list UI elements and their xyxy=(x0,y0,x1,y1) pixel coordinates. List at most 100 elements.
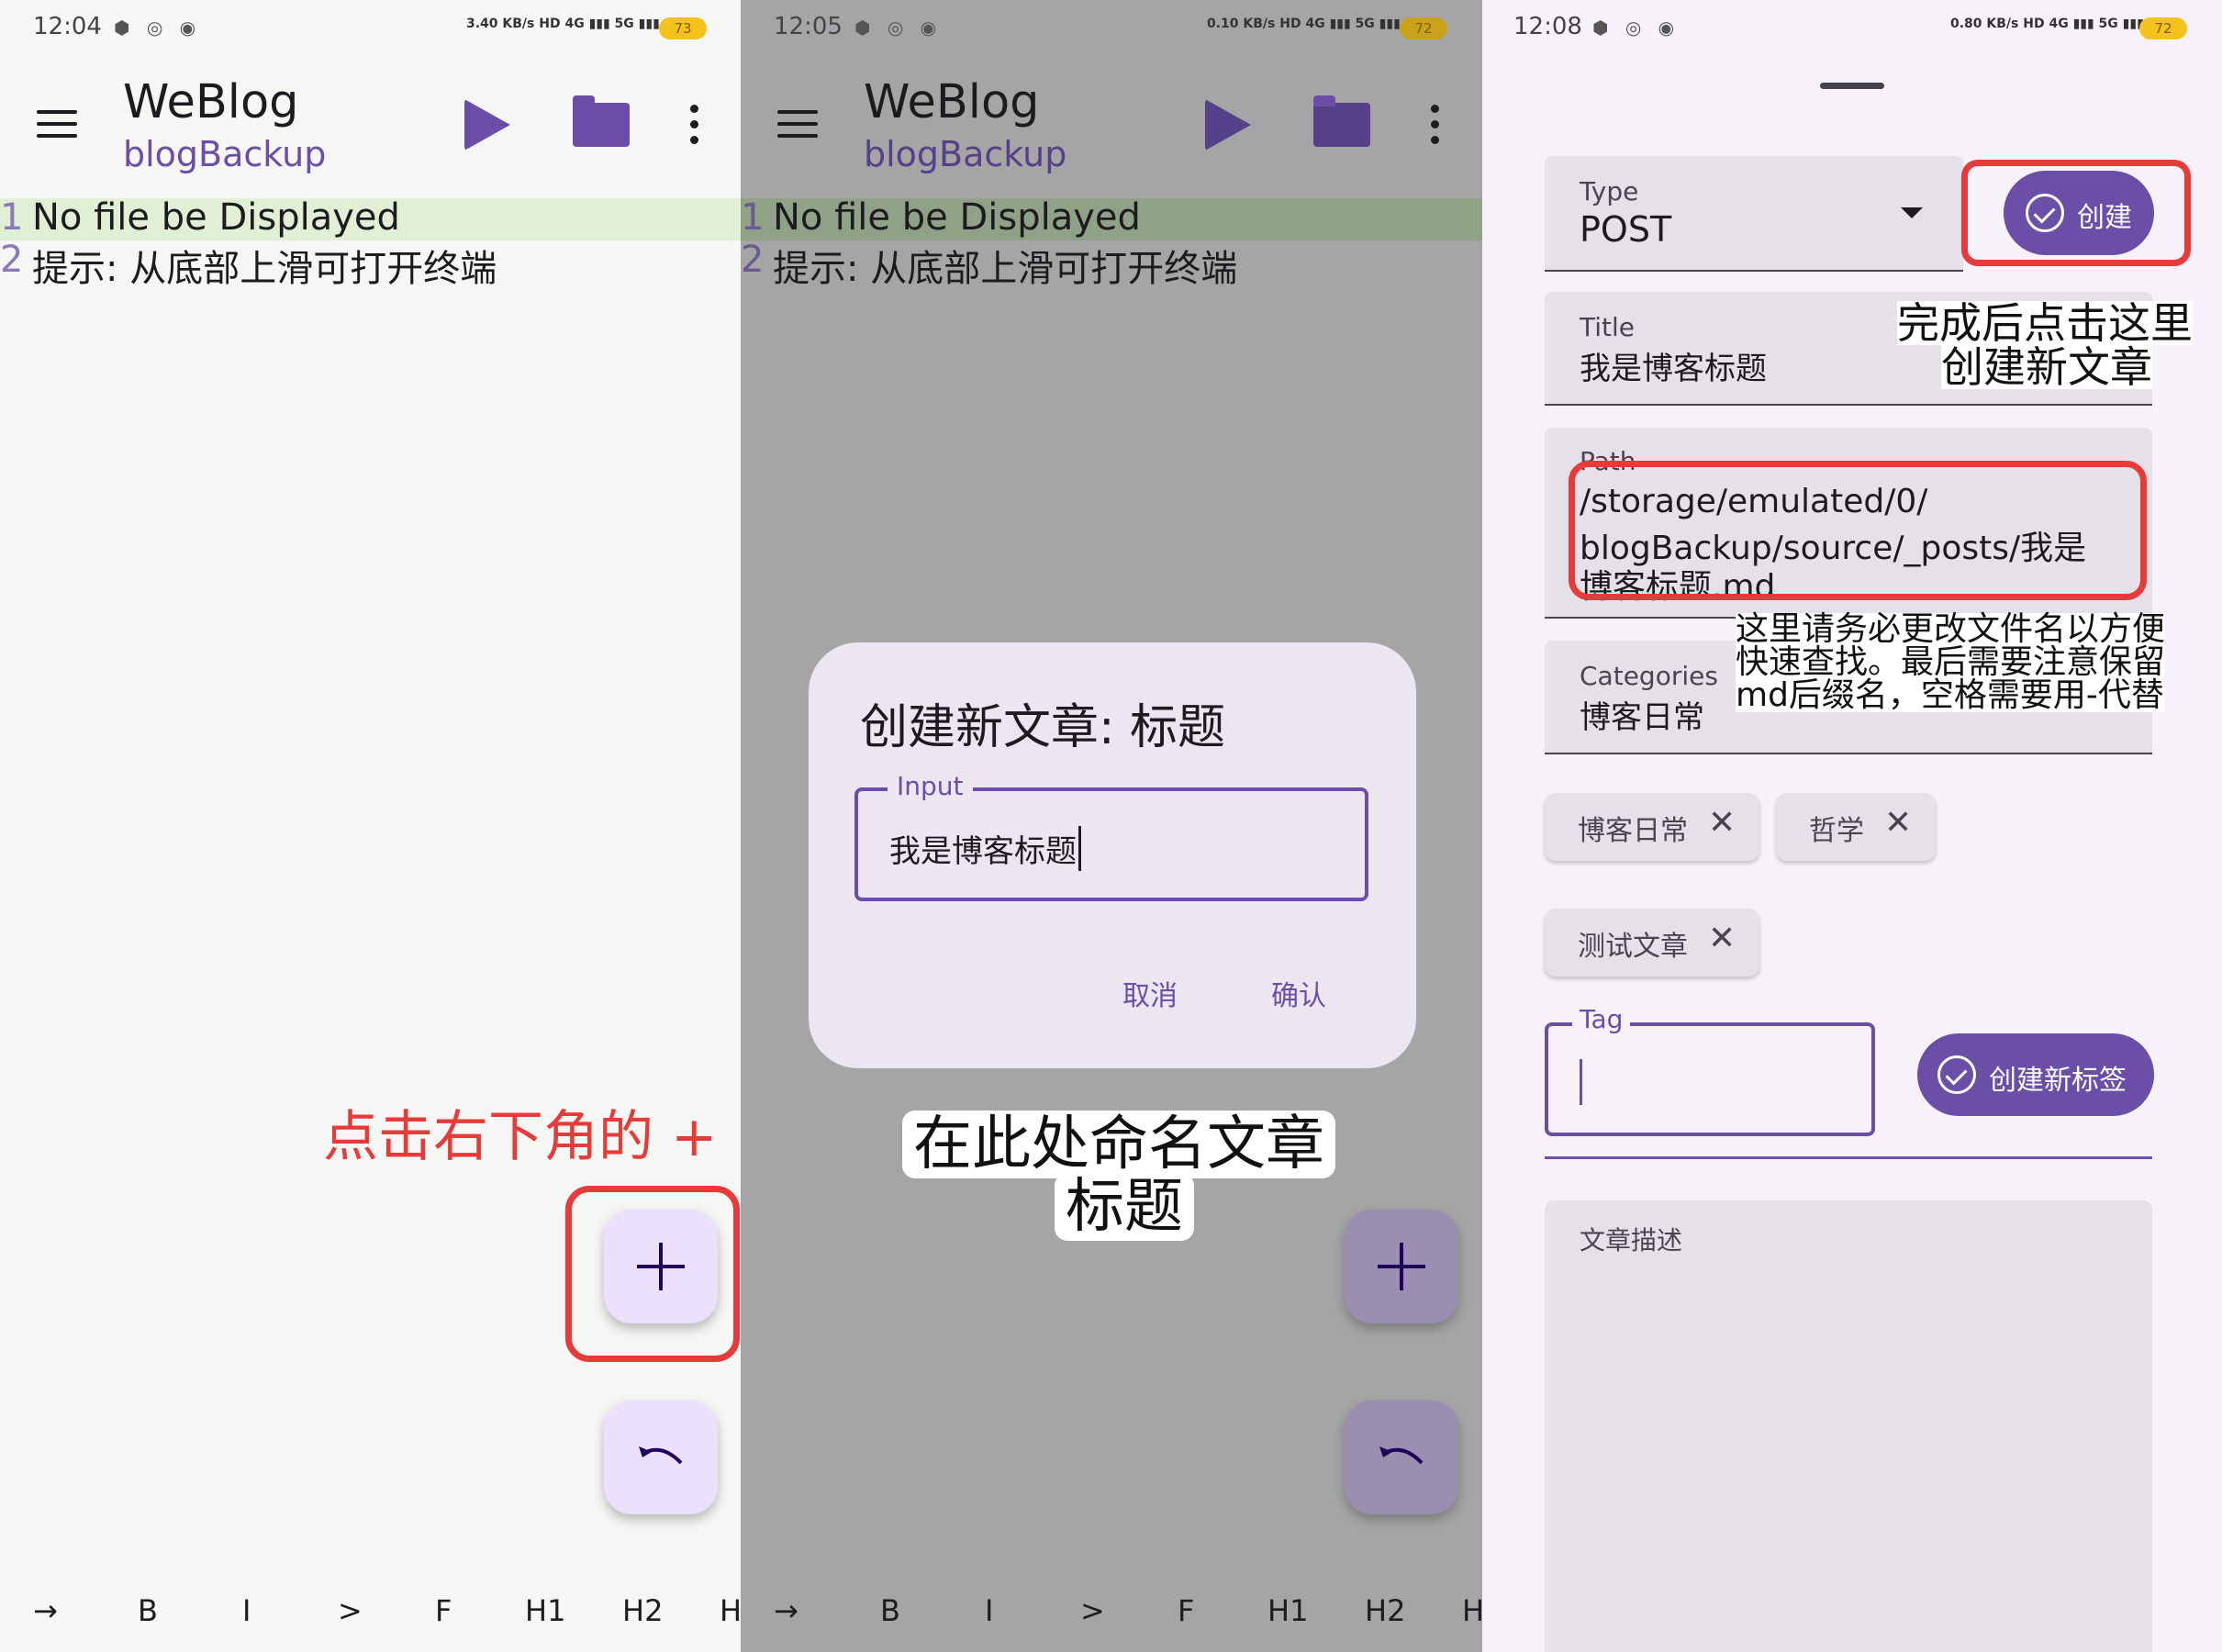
description-field[interactable]: 文章描述 xyxy=(1545,1200,2152,1652)
screenshot-panel-2: 12:05 ⬢ ◎ ◉ 0.10 KB/s HD 4G ▮▮▮ 5G ▮▮▮ ≋… xyxy=(741,0,1482,1652)
toolbar-f[interactable]: F xyxy=(1178,1593,1194,1628)
status-time: 12:05 xyxy=(774,13,843,40)
toolbar-bold[interactable]: B xyxy=(880,1593,900,1628)
battery-icon: 72 xyxy=(2139,17,2187,39)
signal-icons: 0.10 KB/s HD 4G ▮▮▮ 5G ▮▮▮ ≋ xyxy=(1207,17,1416,31)
status-time: 12:04 xyxy=(33,13,102,40)
input-label: Input xyxy=(888,771,973,801)
annotation-name-title: 在此处命名文章 xyxy=(902,1111,1335,1178)
toolbar-quote[interactable]: > xyxy=(338,1593,363,1628)
battery-icon: 72 xyxy=(1400,17,1447,39)
undo-icon xyxy=(639,1446,683,1465)
create-tag-button[interactable]: 创建新标签 xyxy=(1917,1033,2154,1116)
app-bar: WeBlog blogBackup xyxy=(0,61,741,189)
status-app-icons: ⬢ ◎ ◉ xyxy=(854,17,943,39)
add-fab-button[interactable] xyxy=(604,1210,718,1323)
category-chip[interactable]: 博客日常 ✕ xyxy=(1545,793,1759,861)
undo-fab-button[interactable] xyxy=(604,1401,718,1514)
screenshot-panel-1: 12:04 ⬢ ◎ ◉ 3.40 KB/s HD 4G ▮▮▮ 5G ▮▮▮ ≋… xyxy=(0,0,741,1652)
text-cursor xyxy=(1580,1059,1582,1105)
editor-line: No file be Displayed xyxy=(773,196,1141,239)
title-label: Title xyxy=(1580,312,1636,342)
toolbar-h1[interactable]: H1 xyxy=(525,1593,565,1628)
toolbar-italic[interactable]: I xyxy=(985,1593,993,1628)
dialog-title: 创建新文章: 标题 xyxy=(860,700,1226,755)
title-input-field[interactable]: Input 我是博客标题 xyxy=(854,771,1368,901)
description-label: 文章描述 xyxy=(1580,1225,1683,1256)
title-value[interactable]: 我是博客标题 xyxy=(1580,343,1767,388)
category-chip[interactable]: 哲学 ✕ xyxy=(1776,793,1936,861)
toolbar-italic[interactable]: I xyxy=(242,1593,251,1628)
tag-input[interactable]: Tag xyxy=(1545,1004,1875,1136)
dropdown-arrow-icon xyxy=(1901,207,1923,218)
annotation-path-note-3: md后缀名，空格需要用-代替 xyxy=(1736,676,2164,714)
category-chip[interactable]: 测试文章 ✕ xyxy=(1545,909,1759,977)
create-button-label: 创建 xyxy=(2077,202,2132,234)
toolbar-h2[interactable]: H2 xyxy=(1365,1593,1405,1628)
status-bar: 12:05 ⬢ ◎ ◉ 0.10 KB/s HD 4G ▮▮▮ 5G ▮▮▮ ≋… xyxy=(741,0,1482,61)
hamburger-menu-icon[interactable] xyxy=(777,110,818,141)
chip-label: 哲学 xyxy=(1809,815,1864,847)
categories-value[interactable]: 博客日常 xyxy=(1580,692,1704,737)
annotation-path-note-2: 快速查找。最后需要注意保留 xyxy=(1736,643,2166,681)
toolbar-bold[interactable]: B xyxy=(138,1593,158,1628)
format-toolbar: → B I > F H1 H2 H xyxy=(0,1560,741,1652)
status-app-icons: ⬢ ◎ ◉ xyxy=(1592,17,1680,39)
undo-fab-button[interactable] xyxy=(1345,1401,1458,1514)
folder-icon[interactable] xyxy=(1313,95,1370,147)
status-time: 12:08 xyxy=(1513,13,1582,40)
create-button[interactable]: 创建 xyxy=(2004,171,2154,255)
toolbar-quote[interactable]: > xyxy=(1080,1593,1105,1628)
type-dropdown[interactable]: Type POST xyxy=(1545,156,1963,272)
check-circle-icon xyxy=(1937,1055,1976,1094)
play-icon[interactable] xyxy=(464,99,510,151)
toolbar-h2[interactable]: H2 xyxy=(622,1593,663,1628)
close-icon[interactable]: ✕ xyxy=(1884,804,1912,842)
line-number: 1 xyxy=(0,196,24,239)
input-value[interactable]: 我是博客标题 xyxy=(889,826,1081,871)
chip-label: 测试文章 xyxy=(1578,931,1688,963)
chip-label: 博客日常 xyxy=(1578,815,1688,847)
toolbar-arrow[interactable]: → xyxy=(774,1593,798,1628)
screenshot-panel-3: 12:08 ⬢ ◎ ◉ 0.80 KB/s HD 4G ▮▮▮ 5G ▮▮▮ ≋… xyxy=(1482,0,2222,1652)
annotation-name-title-2: 标题 xyxy=(1055,1173,1194,1241)
toolbar-f[interactable]: F xyxy=(435,1593,452,1628)
type-value: POST xyxy=(1580,209,1672,250)
editor-line[interactable]: No file be Displayed xyxy=(32,196,400,239)
status-bar: 12:04 ⬢ ◎ ◉ 3.40 KB/s HD 4G ▮▮▮ 5G ▮▮▮ ≋… xyxy=(0,0,741,61)
toolbar-h3[interactable]: H xyxy=(720,1593,741,1628)
close-icon[interactable]: ✕ xyxy=(1708,804,1736,842)
more-vert-icon[interactable] xyxy=(1431,105,1440,145)
signal-icons: 3.40 KB/s HD 4G ▮▮▮ 5G ▮▮▮ ≋ xyxy=(466,17,676,31)
app-title: WeBlog xyxy=(864,75,1040,129)
toolbar-h1[interactable]: H1 xyxy=(1267,1593,1308,1628)
create-post-dialog: 创建新文章: 标题 Input 我是博客标题 取消 确认 xyxy=(809,642,1416,1068)
signal-icons: 0.80 KB/s HD 4G ▮▮▮ 5G ▮▮▮ ≋ xyxy=(1950,17,2160,31)
annotation-path-note-1: 这里请务必更改文件名以方便 xyxy=(1736,610,2166,648)
line-number: 2 xyxy=(0,239,24,281)
hamburger-menu-icon[interactable] xyxy=(37,110,77,141)
app-title: WeBlog xyxy=(123,75,299,129)
confirm-button[interactable]: 确认 xyxy=(1271,973,1326,1013)
toolbar-arrow[interactable]: → xyxy=(33,1593,58,1628)
cancel-button[interactable]: 取消 xyxy=(1122,973,1178,1013)
status-app-icons: ⬢ ◎ ◉ xyxy=(114,17,202,39)
create-tag-button-label: 创建新标签 xyxy=(1989,1065,2127,1097)
toolbar-h3[interactable]: H xyxy=(1462,1593,1482,1628)
annotation-tap-plus: 点击右下角的 + xyxy=(323,1105,718,1169)
format-toolbar: → B I > F H1 H2 H xyxy=(741,1560,1482,1652)
annotation-click-create: 完成后点击这里 xyxy=(1897,298,2193,348)
check-circle-icon xyxy=(2026,194,2064,232)
more-vert-icon[interactable] xyxy=(690,105,699,145)
add-fab-button[interactable] xyxy=(1345,1210,1458,1323)
editor-line: 提示: 从底部上滑可打开终端 xyxy=(773,248,1238,290)
editor-line[interactable]: 提示: 从底部上滑可打开终端 xyxy=(32,239,497,292)
status-bar: 12:08 ⬢ ◎ ◉ 0.80 KB/s HD 4G ▮▮▮ 5G ▮▮▮ ≋… xyxy=(1482,0,2222,61)
close-icon[interactable]: ✕ xyxy=(1708,920,1736,957)
annotation-click-create-2: 创建新文章 xyxy=(1941,342,2152,392)
folder-icon[interactable] xyxy=(573,95,630,147)
type-label: Type xyxy=(1580,176,1639,206)
sheet-drag-handle[interactable] xyxy=(1820,83,1884,89)
play-icon[interactable] xyxy=(1205,99,1251,151)
app-subtitle: blogBackup xyxy=(123,134,327,174)
